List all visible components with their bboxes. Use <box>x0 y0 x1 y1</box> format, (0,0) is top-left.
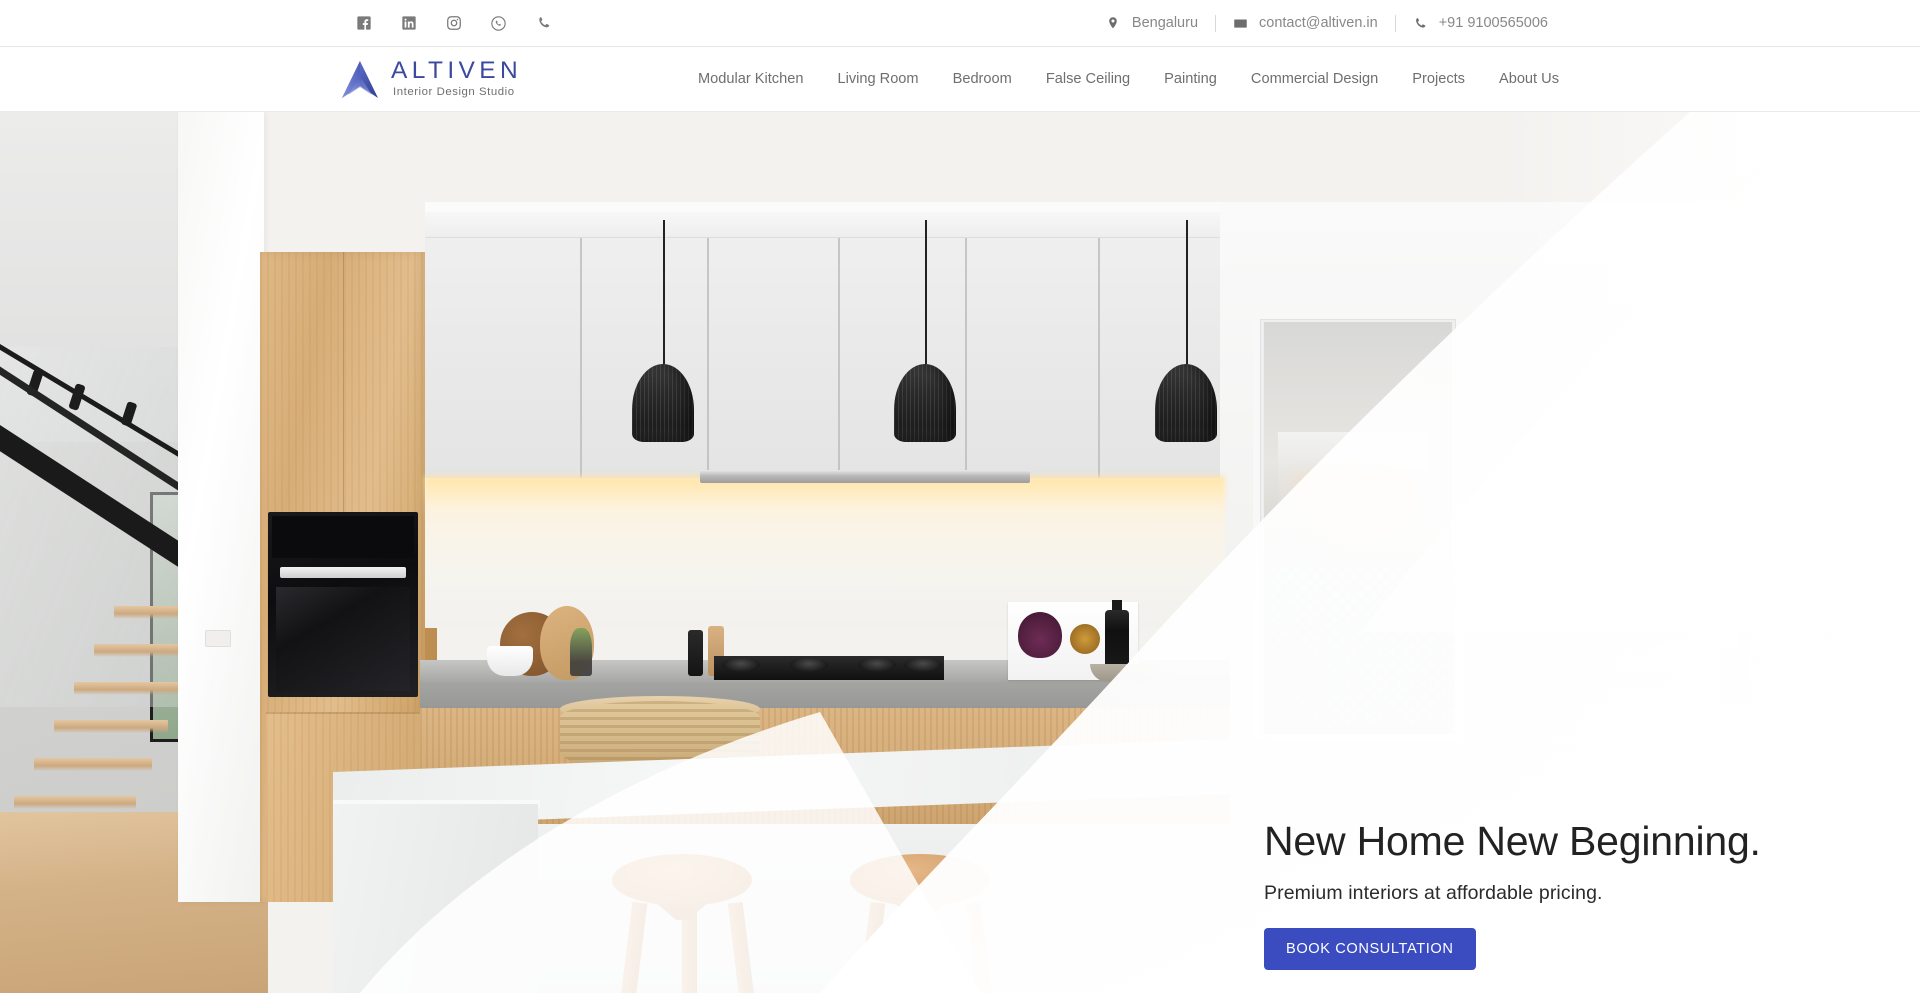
linkedin-icon[interactable] <box>400 15 417 32</box>
photo-cabinet-crown <box>425 212 1220 238</box>
phone-item[interactable]: +91 9100565006 <box>1396 15 1565 31</box>
nav-item-painting[interactable]: Painting <box>1147 71 1234 87</box>
photo-oven-control-panel <box>272 516 414 558</box>
photo-stool-1-seat <box>612 854 752 906</box>
whatsapp-icon[interactable] <box>490 15 507 32</box>
photo-back-room-glow <box>1278 472 1434 592</box>
location-item[interactable]: Bengaluru <box>1089 15 1215 31</box>
photo-cabinet-seam <box>343 252 344 512</box>
phone-handset-icon <box>1413 16 1428 31</box>
photo-white-pillar <box>178 112 264 902</box>
hero-title: New Home New Beginning. <box>1264 818 1761 864</box>
nav-item-living-room[interactable]: Living Room <box>820 71 935 87</box>
photo-stair-tread <box>74 682 184 695</box>
photo-cabinet-gap <box>707 238 709 482</box>
instagram-icon[interactable] <box>445 15 462 32</box>
phone-icon[interactable] <box>535 15 552 32</box>
nav-item-commercial-design[interactable]: Commercial Design <box>1234 71 1395 87</box>
main-navigation: Modular Kitchen Living Room Bedroom Fals… <box>681 71 1576 87</box>
photo-burner <box>904 658 942 672</box>
site-header: ALTIVEN Interior Design Studio Modular K… <box>0 47 1920 112</box>
photo-upper-cabinets <box>425 212 1220 482</box>
photo-stair-tread <box>14 796 136 809</box>
envelope-icon <box>1233 16 1248 31</box>
photo-cabinet-gap <box>1098 238 1100 482</box>
photo-stair-tread <box>34 758 152 771</box>
hero-section: New Home New Beginning. Premium interior… <box>0 112 1920 993</box>
photo-soap-bottle-2 <box>1748 656 1768 710</box>
social-links <box>355 15 552 32</box>
photo-book-image-grapes <box>1018 612 1062 658</box>
location-text: Bengaluru <box>1131 15 1199 31</box>
photo-stone-dish <box>1090 664 1160 682</box>
email-item[interactable]: contact@altiven.in <box>1216 15 1395 31</box>
brand-name: ALTIVEN <box>391 57 523 85</box>
nav-item-bedroom[interactable]: Bedroom <box>936 71 1029 87</box>
photo-burner <box>790 658 828 672</box>
photo-pepper-mill-dark <box>688 630 703 676</box>
photo-stool-2-seat <box>850 854 990 906</box>
photo-book-image-flower <box>1070 624 1100 654</box>
nav-item-about-us[interactable]: About Us <box>1482 71 1576 87</box>
book-consultation-button[interactable]: BOOK CONSULTATION <box>1264 927 1476 970</box>
hero-copy-block: New Home New Beginning. Premium interior… <box>1264 818 1824 970</box>
photo-stacked-bowls <box>487 646 533 676</box>
photo-oven-glass-door <box>276 587 410 691</box>
phone-text: +91 9100565006 <box>1438 15 1548 31</box>
brand-logo-link[interactable]: ALTIVEN Interior Design Studio <box>340 58 522 100</box>
photo-stair-tread <box>54 720 168 733</box>
hero-subtitle: Premium interiors at affordable pricing. <box>1264 881 1603 904</box>
nav-item-projects[interactable]: Projects <box>1395 71 1482 87</box>
photo-pendant-cord <box>663 220 665 366</box>
photo-faucet-stem <box>1820 672 1832 748</box>
photo-burner <box>722 658 760 672</box>
photo-oven-handle <box>280 567 406 578</box>
photo-counter-edge <box>420 682 1230 708</box>
photo-cabinet-gap <box>838 238 840 482</box>
photo-pendant-cord <box>1186 220 1188 366</box>
contact-info-group: Bengaluru contact@altiven.in +91 9100565… <box>1089 14 1565 32</box>
photo-cabinet-gap <box>965 238 967 482</box>
photo-soap-bottle-1 <box>1720 648 1742 710</box>
facebook-icon[interactable] <box>355 15 372 32</box>
nav-item-modular-kitchen[interactable]: Modular Kitchen <box>681 71 820 87</box>
brand-tagline: Interior Design Studio <box>393 86 515 99</box>
email-text: contact@altiven.in <box>1259 15 1378 31</box>
photo-integrated-rangehood <box>700 470 1030 483</box>
photo-cabinet-gap <box>580 238 582 482</box>
map-pin-icon <box>1106 16 1121 31</box>
photo-wall-socket <box>205 630 231 647</box>
nav-item-false-ceiling[interactable]: False Ceiling <box>1029 71 1147 87</box>
photo-pendant-cord <box>925 220 927 366</box>
photo-island-front-panel <box>333 804 538 993</box>
top-utility-bar: Bengaluru contact@altiven.in +91 9100565… <box>0 0 1920 47</box>
arrow-chevron-logo-icon <box>340 58 380 100</box>
photo-small-plant <box>570 628 592 676</box>
photo-burner <box>858 658 896 672</box>
